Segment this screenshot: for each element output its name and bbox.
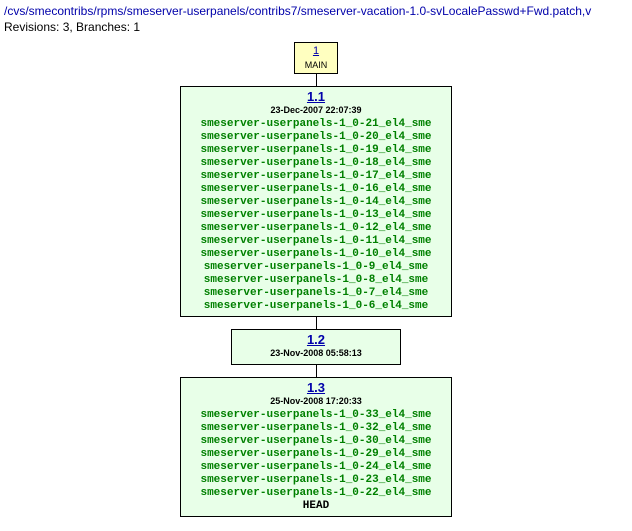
tag: smeserver-userpanels-1_0-17_el4_sme (187, 170, 445, 183)
tag: smeserver-userpanels-1_0-32_el4_sme (187, 422, 445, 435)
revision-number: 1.3 (187, 381, 445, 395)
branch-number: 1 (295, 45, 337, 57)
tag: smeserver-userpanels-1_0-20_el4_sme (187, 131, 445, 144)
revision-node-1-3[interactable]: 1.3 25-Nov-2008 17:20:33 smeserver-userp… (180, 377, 452, 517)
tag: smeserver-userpanels-1_0-6_el4_sme (187, 300, 445, 313)
tag: smeserver-userpanels-1_0-14_el4_sme (187, 196, 445, 209)
tag: smeserver-userpanels-1_0-9_el4_sme (187, 261, 445, 274)
connector-line (316, 317, 317, 329)
file-path: /cvs/smecontribs/rpms/smeserver-userpane… (4, 4, 632, 18)
branch-name: MAIN (305, 60, 328, 70)
connector-line (316, 74, 317, 86)
tag: smeserver-userpanels-1_0-12_el4_sme (187, 222, 445, 235)
branch-node-main[interactable]: 1 MAIN (294, 42, 338, 74)
tag: smeserver-userpanels-1_0-13_el4_sme (187, 209, 445, 222)
revision-number: 1.2 (238, 333, 394, 347)
revision-date: 23-Nov-2008 05:58:13 (238, 348, 394, 358)
revision-node-1-2[interactable]: 1.2 23-Nov-2008 05:58:13 (231, 329, 401, 365)
connector-line (316, 365, 317, 377)
tag: smeserver-userpanels-1_0-30_el4_sme (187, 435, 445, 448)
tag: smeserver-userpanels-1_0-19_el4_sme (187, 144, 445, 157)
tag: smeserver-userpanels-1_0-18_el4_sme (187, 157, 445, 170)
tag: smeserver-userpanels-1_0-23_el4_sme (187, 474, 445, 487)
tag: smeserver-userpanels-1_0-22_el4_sme (187, 487, 445, 500)
tag: smeserver-userpanels-1_0-10_el4_sme (187, 248, 445, 261)
file-path-link[interactable]: /cvs/smecontribs/rpms/smeserver-userpane… (4, 4, 591, 18)
tag: smeserver-userpanels-1_0-11_el4_sme (187, 235, 445, 248)
revision-date: 23-Dec-2007 22:07:39 (187, 105, 445, 115)
revision-number: 1.1 (187, 90, 445, 104)
tag: smeserver-userpanels-1_0-7_el4_sme (187, 287, 445, 300)
revision-graph: 1 MAIN 1.1 23-Dec-2007 22:07:39 smeserve… (4, 42, 628, 525)
tag: smeserver-userpanels-1_0-33_el4_sme (187, 409, 445, 422)
tag: smeserver-userpanels-1_0-24_el4_sme (187, 461, 445, 474)
revision-summary: Revisions: 3, Branches: 1 (4, 20, 632, 34)
tag: smeserver-userpanels-1_0-8_el4_sme (187, 274, 445, 287)
tag: smeserver-userpanels-1_0-16_el4_sme (187, 183, 445, 196)
tag: smeserver-userpanels-1_0-21_el4_sme (187, 118, 445, 131)
head-tag: HEAD (187, 500, 445, 513)
revision-date: 25-Nov-2008 17:20:33 (187, 396, 445, 406)
tag: smeserver-userpanels-1_0-29_el4_sme (187, 448, 445, 461)
revision-node-1-1[interactable]: 1.1 23-Dec-2007 22:07:39 smeserver-userp… (180, 86, 452, 317)
